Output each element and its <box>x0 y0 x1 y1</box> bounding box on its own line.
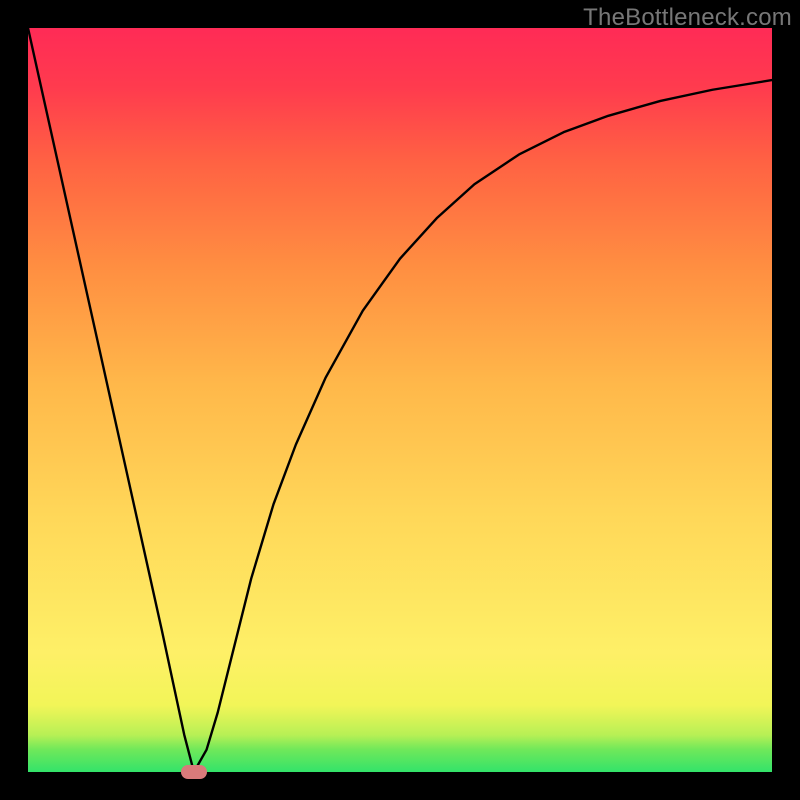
watermark-text: TheBottleneck.com <box>583 4 792 32</box>
chart-frame: TheBottleneck.com <box>0 0 800 800</box>
plot-area <box>28 28 772 772</box>
bottleneck-curve <box>28 28 772 772</box>
optimal-marker <box>181 765 207 779</box>
